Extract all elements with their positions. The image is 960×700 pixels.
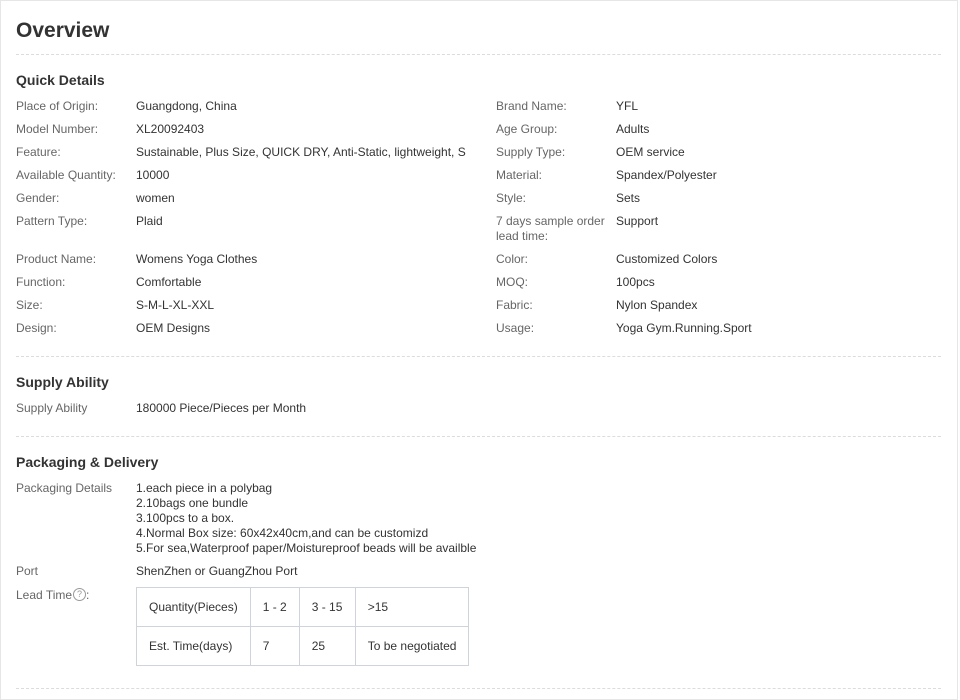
detail-label: 7 days sample order lead time:	[496, 214, 605, 243]
quick-details-heading: Quick Details	[16, 72, 105, 88]
detail-value: Nylon Spandex	[616, 298, 698, 312]
detail-label: Feature:	[16, 145, 61, 159]
packaging-detail-line: 2.10bags one bundle	[136, 496, 249, 510]
packaging-delivery-heading: Packaging & Delivery	[16, 454, 159, 470]
section-divider	[16, 688, 941, 689]
detail-value: women	[136, 191, 175, 205]
lead-time-label: Lead Time?:	[16, 588, 90, 602]
detail-label: MOQ:	[496, 275, 528, 289]
packaging-detail-line: 1.each piece in a polybag	[136, 481, 273, 495]
detail-value: Sets	[616, 191, 641, 205]
detail-value: Comfortable	[136, 275, 202, 289]
packaging-detail-line: 5.For sea,Waterproof paper/Moistureproof…	[136, 541, 477, 555]
detail-label: Fabric:	[496, 298, 533, 312]
detail-label: Gender:	[16, 191, 60, 205]
detail-value: Guangdong, China	[136, 99, 237, 113]
detail-value: Spandex/Polyester	[616, 168, 717, 182]
detail-label: Material:	[496, 168, 543, 182]
detail-label: Port	[16, 564, 39, 578]
table-cell: 25	[298, 626, 356, 666]
table-cell: 7	[249, 626, 300, 666]
detail-value: Customized Colors	[616, 252, 718, 266]
table-row: Est. Time(days) 7 25 To be negotiated	[136, 626, 470, 666]
lead-time-table: Quantity(Pieces) 1 - 2 3 - 15 >15 Est. T…	[136, 587, 470, 666]
detail-value: Sustainable, Plus Size, QUICK DRY, Anti-…	[136, 145, 466, 159]
detail-label: Brand Name:	[496, 99, 567, 113]
help-icon[interactable]: ?	[73, 588, 87, 602]
detail-value: S-M-L-XL-XXL	[136, 298, 215, 312]
detail-label: Size:	[16, 298, 43, 312]
detail-value: Adults	[616, 122, 650, 136]
section-divider	[16, 54, 941, 55]
detail-value: YFL	[616, 99, 639, 113]
table-cell: 1 - 2	[249, 587, 300, 627]
detail-label: Color:	[496, 252, 529, 266]
page-title: Overview	[16, 19, 110, 42]
detail-label: Age Group:	[496, 122, 558, 136]
detail-label: Function:	[16, 275, 66, 289]
detail-label: Supply Type:	[496, 145, 566, 159]
detail-value: OEM service	[616, 145, 685, 159]
lead-time-label-text: Lead Time	[16, 588, 73, 602]
table-cell: >15	[354, 587, 470, 627]
detail-value: Yoga Gym.Running.Sport	[616, 321, 752, 335]
detail-value: Womens Yoga Clothes	[136, 252, 258, 266]
packaging-detail-line: 3.100pcs to a box.	[136, 511, 235, 525]
detail-label: Pattern Type:	[16, 214, 88, 228]
detail-label: Product Name:	[16, 252, 97, 266]
detail-value: XL20092403	[136, 122, 205, 136]
detail-label: Design:	[16, 321, 57, 335]
detail-label: Available Quantity:	[16, 168, 116, 182]
section-divider	[16, 436, 941, 437]
table-cell: 3 - 15	[298, 587, 356, 627]
table-cell: Est. Time(days)	[136, 626, 251, 666]
detail-value: Support	[616, 214, 659, 228]
section-divider	[16, 356, 941, 357]
table-cell: Quantity(Pieces)	[136, 587, 251, 627]
table-row: Quantity(Pieces) 1 - 2 3 - 15 >15	[136, 587, 470, 627]
detail-value: OEM Designs	[136, 321, 211, 335]
supply-ability-heading: Supply Ability	[16, 374, 109, 390]
detail-label: Supply Ability	[16, 401, 88, 415]
detail-value: ShenZhen or GuangZhou Port	[136, 564, 298, 578]
detail-value: 180000 Piece/Pieces per Month	[136, 401, 307, 415]
detail-label: Model Number:	[16, 122, 99, 136]
detail-value: 100pcs	[616, 275, 655, 289]
detail-label: Style:	[496, 191, 527, 205]
detail-label: Packaging Details	[16, 481, 113, 495]
packaging-detail-line: 4.Normal Box size: 60x42x40cm,and can be…	[136, 526, 429, 540]
detail-label: Usage:	[496, 321, 535, 335]
packaging-details-list: 1.each piece in a polybag 2.10bags one b…	[136, 481, 476, 556]
detail-value: 10000	[136, 168, 170, 182]
detail-label: Place of Origin:	[16, 99, 99, 113]
detail-value: Plaid	[136, 214, 163, 228]
table-cell: To be negotiated	[354, 626, 470, 666]
